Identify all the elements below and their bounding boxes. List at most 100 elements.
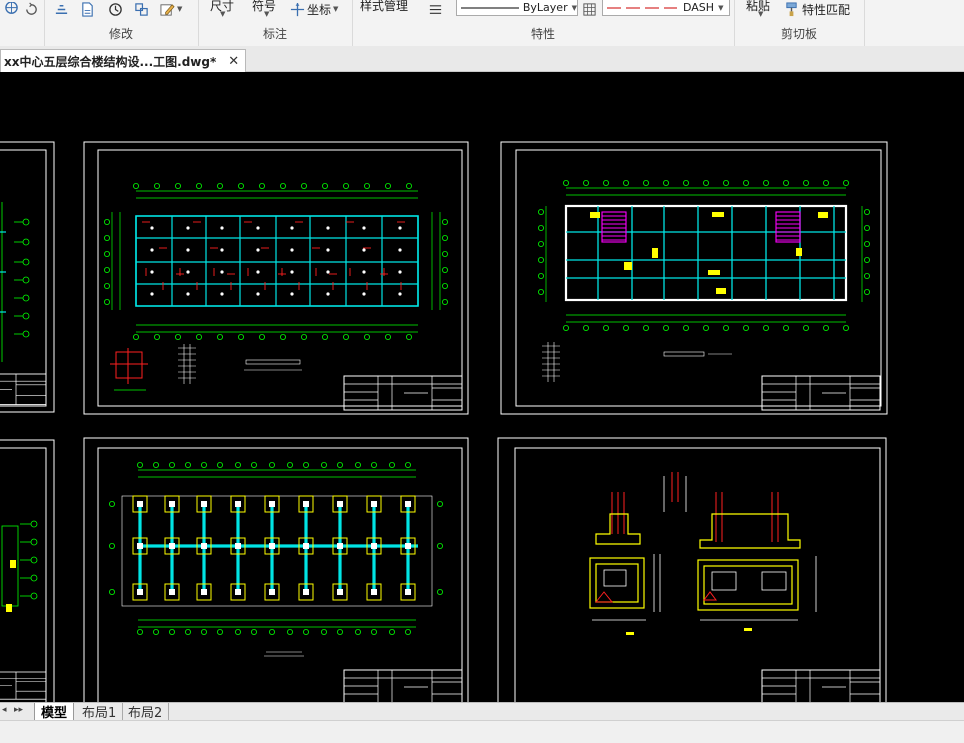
- pile-mark: [150, 292, 154, 296]
- pile-mark: [186, 292, 190, 296]
- chevron-down-icon[interactable]: ▼: [264, 10, 269, 18]
- column: [269, 543, 275, 549]
- axis-bubble: [763, 324, 770, 331]
- offset-tool[interactable]: [54, 0, 69, 18]
- properties-group-label: 特性: [530, 27, 555, 41]
- layout-tab[interactable]: 模型: [34, 703, 75, 721]
- sheet-left-bottom[interactable]: [0, 439, 55, 702]
- axis-bubble: [441, 234, 448, 241]
- axis-bubble: [354, 461, 361, 468]
- axis-bubble: [279, 183, 286, 190]
- axis-bubble: [441, 250, 448, 257]
- style-manager-button[interactable]: 样式管理: [360, 0, 408, 14]
- column: [303, 589, 309, 595]
- axis-bubble: [104, 250, 111, 257]
- sheet-column-layout[interactable]: [83, 437, 469, 702]
- match-properties-button[interactable]: 特性匹配: [784, 0, 850, 18]
- axis-bubble: [723, 180, 730, 187]
- linetype-value: DASH: [683, 1, 715, 14]
- lineweight-icon: [429, 4, 442, 14]
- axis-bubble: [583, 180, 590, 187]
- axis-bubble: [200, 629, 207, 636]
- column: [371, 543, 377, 549]
- column: [169, 543, 175, 549]
- axis-bubble: [321, 183, 328, 190]
- axis-bubble: [286, 629, 293, 636]
- axis-bubble: [864, 272, 871, 279]
- axis-bubble: [441, 282, 448, 289]
- linetype-icon-button[interactable]: [582, 0, 597, 18]
- chevron-down-icon[interactable]: ▼: [220, 10, 225, 18]
- pile-mark: [290, 226, 294, 230]
- axis-bubble: [195, 333, 202, 340]
- coordinate-button[interactable]: 坐标 ▼: [290, 0, 338, 18]
- axis-bubble: [723, 324, 730, 331]
- axis-bubble: [168, 629, 175, 636]
- axis-bubble: [109, 500, 116, 507]
- axis-bubble: [441, 218, 448, 225]
- nav-last-icon[interactable]: ▸▸: [14, 705, 23, 715]
- sheet-left-top[interactable]: [0, 141, 55, 413]
- axis-bubble: [864, 256, 871, 263]
- axis-bubble: [843, 324, 850, 331]
- axis-bubble: [354, 629, 361, 636]
- axis-bubble: [342, 333, 349, 340]
- rotate-tool[interactable]: [24, 0, 39, 18]
- edit-tool[interactable]: ▼: [160, 0, 182, 18]
- column: [201, 589, 207, 595]
- axis-bubble: [388, 461, 395, 468]
- rotate-tool-2[interactable]: [108, 0, 123, 18]
- axis-bubble: [174, 183, 181, 190]
- rotate-icon: [26, 2, 37, 15]
- axis-bubble: [136, 629, 143, 636]
- sheet-floor-plan-top-right[interactable]: [500, 141, 888, 415]
- axis-bubble: [864, 208, 871, 215]
- circle-tool[interactable]: [4, 0, 19, 18]
- column: [303, 501, 309, 507]
- copy-tool[interactable]: [80, 0, 95, 18]
- axis-bubble: [104, 234, 111, 241]
- column: [269, 589, 275, 595]
- layer-value: ByLayer: [522, 1, 568, 14]
- axis-bubble: [216, 333, 223, 340]
- axis-bubble: [583, 324, 590, 331]
- sheet-foundation-plan-top[interactable]: [83, 141, 469, 415]
- cad-drawing: [0, 141, 888, 702]
- lineweight-button[interactable]: [428, 0, 443, 18]
- pile-mark: [362, 226, 366, 230]
- dash-sample-icon: [607, 7, 677, 8]
- axis-bubble: [538, 208, 545, 215]
- axis-bubble: [436, 500, 443, 507]
- layout-tab[interactable]: 布局2: [122, 703, 170, 721]
- axis-bubble: [195, 183, 202, 190]
- axis-bubble: [286, 461, 293, 468]
- axis-bubble: [603, 180, 610, 187]
- sheet-foundation-details[interactable]: [497, 437, 887, 702]
- column: [337, 543, 343, 549]
- axis-bubble: [405, 183, 412, 190]
- chevron-down-icon[interactable]: ▼: [758, 10, 763, 18]
- axis-bubble: [174, 333, 181, 340]
- axis-bubble: [168, 461, 175, 468]
- axis-bubble: [538, 288, 545, 295]
- axis-bubble: [258, 333, 265, 340]
- pile-mark: [256, 226, 260, 230]
- pile-mark: [362, 248, 366, 252]
- document-tab-title: xx中心五层综合楼结构设...工图.dwg*: [4, 54, 217, 69]
- pile-mark: [398, 226, 402, 230]
- drawing-canvas[interactable]: [0, 72, 964, 702]
- axis-bubble: [803, 180, 810, 187]
- array-tool[interactable]: [134, 0, 149, 18]
- annotate-group-label: 标注: [262, 27, 287, 41]
- close-icon[interactable]: ✕: [228, 54, 239, 69]
- document-tab[interactable]: xx中心五层综合楼结构设...工图.dwg* ✕: [0, 49, 247, 72]
- axis-bubble: [436, 542, 443, 549]
- linetype-combo[interactable]: DASH ▼: [602, 0, 730, 16]
- chevron-down-icon: ▼: [718, 3, 724, 12]
- layer-combo[interactable]: ByLayer ▼: [456, 0, 578, 16]
- nav-first-icon[interactable]: ◂: [2, 705, 7, 715]
- axis-bubble: [538, 272, 545, 279]
- pile-mark: [256, 270, 260, 274]
- layout-tab[interactable]: 布局1: [76, 703, 124, 721]
- column: [201, 543, 207, 549]
